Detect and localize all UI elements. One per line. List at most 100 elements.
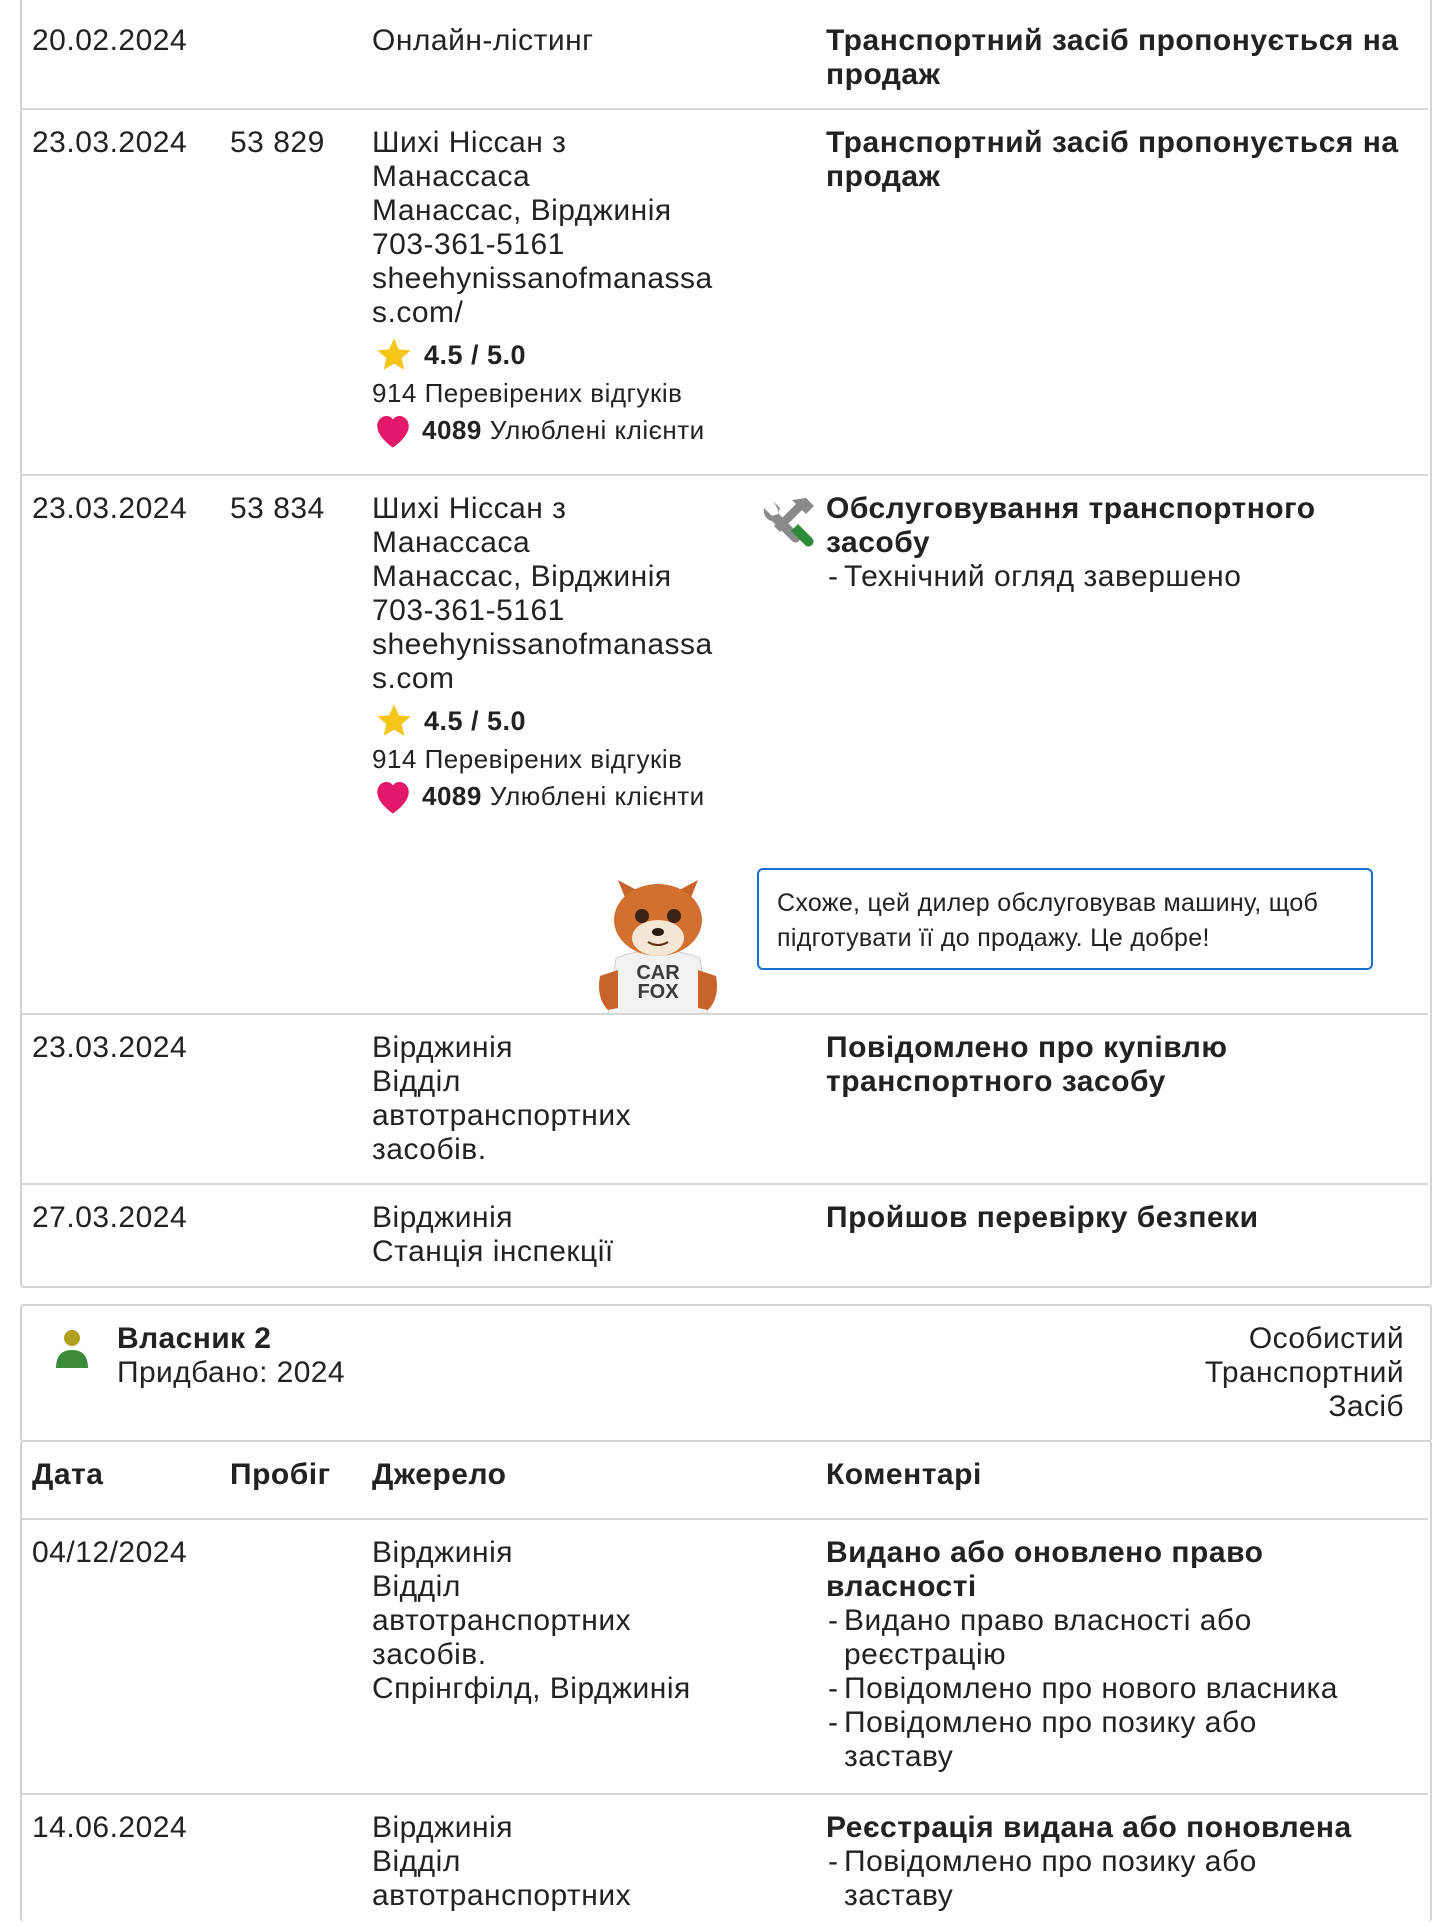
dealer-website-link[interactable]: s.com/ — [372, 296, 752, 330]
table-row: 27.03.2024 Вірджинія Станція інспекції П… — [0, 1185, 1408, 1285]
table-row: 04/12/2024 Вірджинія Відділ автотранспор… — [0, 1520, 1408, 1794]
carfox-mascot-image: CAR FOX — [599, 880, 717, 1014]
record-date: 23.03.2024 — [32, 1031, 188, 1064]
comment-title-line: засобу — [826, 526, 931, 559]
record-comment: Обслуговування транспортного засобу Техн… — [826, 492, 1386, 594]
column-header-source: Джерело — [372, 1458, 507, 1491]
record-source: Вірджинія Відділ автотранспортних засобі… — [372, 1031, 752, 1167]
source-line: Онлайн-лістинг — [372, 24, 594, 57]
owner-title: Власник 2 Придбано: 2024 — [117, 1322, 345, 1390]
comment-title-line: Транспортний засіб пропонується на — [826, 24, 1399, 57]
table-row: 14.06.2024 Вірджинія Відділ автотранспор… — [0, 1795, 1408, 1913]
favorites: 4089 Улюблені клієнти — [372, 410, 752, 450]
comment-title-line: Видано або оновлено право — [826, 1536, 1264, 1569]
source-line: Шихі Ніссан з — [372, 126, 567, 159]
source-line: Станція інспекції — [372, 1235, 614, 1268]
record-source: Шихі Ніссан з Манассаса Манассас, Вірджи… — [372, 492, 752, 816]
source-line: Спрінгфілд, Вірджинія — [372, 1672, 691, 1705]
dealer-website-link[interactable]: sheehynissanofmanassa — [372, 262, 752, 296]
verified-reviews-link[interactable]: 914 Перевірених відгуків — [372, 376, 752, 410]
comment-title-line: транспортного засобу — [826, 1065, 1166, 1098]
favorites-label: Улюблені клієнти — [489, 415, 705, 445]
mascot-shirt-text: FOX — [637, 981, 679, 1003]
record-source: Шихі Ніссан з Манассаса Манассас, Вірджи… — [372, 126, 752, 450]
source-line: Манассаса — [372, 526, 531, 559]
comment-title-line: Обслуговування транспортного — [826, 492, 1316, 525]
record-date: 27.03.2024 — [32, 1201, 188, 1234]
source-line: автотранспортних — [372, 1879, 632, 1912]
table-row: 20.02.2024 Онлайн-лістинг Транспортний з… — [0, 8, 1408, 112]
record-date: 14.06.2024 — [32, 1811, 188, 1844]
heart-icon — [377, 782, 409, 814]
source-line: автотранспортних — [372, 1604, 632, 1637]
column-header-comments: Коментарі — [826, 1458, 982, 1491]
record-source: Вірджинія Відділ автотранспортних засобі… — [372, 1536, 752, 1706]
owner-name: Власник 2 — [117, 1322, 272, 1355]
owner-purchased: Придбано: 2024 — [117, 1356, 345, 1389]
source-line: Манассаса — [372, 160, 531, 193]
source-line: Відділ — [372, 1065, 461, 1098]
bullet-line: заставу — [844, 1879, 954, 1912]
favorites: 4089 Улюблені клієнти — [372, 776, 752, 816]
bullet-line: Повідомлено про позику або — [844, 1706, 1257, 1739]
column-header-date: Дата — [32, 1458, 104, 1491]
record-odometer: 53 834 — [230, 492, 325, 525]
column-header-odometer: Пробіг — [230, 1458, 331, 1491]
service-tools-icon — [763, 498, 814, 547]
source-line: Шихі Ніссан з — [372, 492, 567, 525]
owner2-header: Власник 2 Придбано: 2024 Особистий Транс… — [20, 1304, 1432, 1442]
bullet-line: Видано право власності або — [844, 1604, 1252, 1637]
favorites-label: Улюблені клієнти — [489, 781, 705, 811]
dealer-rating[interactable]: 4.5 / 5.0 — [372, 336, 752, 374]
star-icon — [377, 338, 411, 370]
bullet-line: реєстрацію — [844, 1638, 1007, 1671]
bullet-line: Повідомлено про позику або — [844, 1845, 1257, 1878]
source-line: Вірджинія — [372, 1201, 513, 1234]
record-source: Вірджинія Станція інспекції — [372, 1201, 752, 1269]
dealer-website-link[interactable]: s.com — [372, 662, 752, 696]
table-row: 23.03.2024 53 829 Шихі Ніссан з Манассас… — [0, 110, 1408, 476]
verified-reviews-link[interactable]: 914 Перевірених відгуків — [372, 742, 752, 776]
record-comment: Пройшов перевірку безпеки — [826, 1201, 1386, 1235]
rating-value: 4.5 / 5.0 — [424, 340, 527, 370]
table-row: 23.03.2024 Вірджинія Відділ автотранспор… — [0, 1015, 1408, 1183]
dealer-website-link[interactable]: sheehynissanofmanassa — [372, 628, 752, 662]
comment-bullet: Повідомлено про позику або заставу — [826, 1845, 1386, 1913]
record-comment: Реєстрація видана або поновлена Повідомл… — [826, 1811, 1386, 1913]
comment-title-line: власності — [826, 1570, 977, 1603]
record-date: 23.03.2024 — [32, 126, 188, 159]
comment-title-line: продаж — [826, 58, 941, 91]
record-date: 20.02.2024 — [32, 24, 188, 57]
comment-bullet: Повідомлено про нового власника — [826, 1672, 1386, 1706]
tip-line: підготувати її до продажу. Це добре! — [777, 924, 1210, 952]
comment-title-line: Реєстрація видана або поновлена — [826, 1811, 1352, 1844]
heart-icon — [377, 416, 409, 448]
bullet-line: Повідомлено про нового власника — [844, 1672, 1338, 1705]
owner-type-line: Особистий — [1248, 1322, 1404, 1355]
owner-type-line: Транспортний — [1204, 1356, 1404, 1389]
bullet-line: заставу — [844, 1740, 954, 1773]
comment-title-line: Транспортний засіб пропонується на — [826, 126, 1399, 159]
comment-bullet: Повідомлено про позику або заставу — [826, 1706, 1386, 1774]
record-source: Онлайн-лістинг — [372, 24, 752, 58]
source-line: Манассас, Вірджинія — [372, 560, 672, 593]
comment-bullet: Технічний огляд завершено — [826, 560, 1386, 594]
owner-type-line: Засіб — [1328, 1390, 1404, 1423]
record-comment: Повідомлено про купівлю транспортного за… — [826, 1031, 1386, 1099]
source-line: Вірджинія — [372, 1811, 513, 1844]
source-line: Манассас, Вірджинія — [372, 194, 672, 227]
record-odometer: 53 829 — [230, 126, 325, 159]
dealer-rating[interactable]: 4.5 / 5.0 — [372, 702, 752, 740]
tip-line: Схоже, цей дилер обслуговував машину, що… — [777, 889, 1319, 917]
favorites-count: 4089 — [422, 781, 482, 811]
rating-value: 4.5 / 5.0 — [424, 706, 527, 736]
carfox-tip-bubble: Схоже, цей дилер обслуговував машину, що… — [757, 868, 1373, 970]
source-line: Відділ — [372, 1570, 461, 1603]
owner-vehicle-type: Особистий Транспортний Засіб — [1205, 1322, 1404, 1424]
comment-bullet: Видано право власності або реєстрацію — [826, 1604, 1386, 1672]
table-header-row: Дата Пробіг Джерело Коментарі — [0, 1442, 1408, 1518]
source-line: 703-361-5161 — [372, 594, 565, 627]
source-line: Вірджинія — [372, 1031, 513, 1064]
source-line: 703-361-5161 — [372, 228, 565, 261]
record-source: Вірджинія Відділ автотранспортних — [372, 1811, 752, 1913]
